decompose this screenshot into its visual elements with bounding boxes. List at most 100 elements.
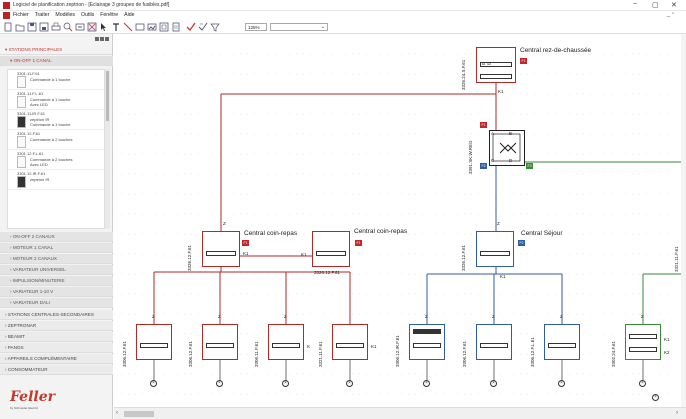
mdi-controls[interactable]: _ ▫ xyxy=(667,11,674,17)
central-rdc-label: Central rez-de-chaussée xyxy=(520,47,592,54)
section-moteur-1-canal[interactable]: › MOTEUR 1 CANAL xyxy=(0,243,113,253)
list-scrollbar[interactable] xyxy=(105,69,110,229)
sejour-label: Central Séjour xyxy=(521,230,563,237)
menu-traiter[interactable]: Traiter xyxy=(35,12,50,18)
filter-icon[interactable] xyxy=(210,22,220,32)
title-bar: Logiciel de planification zeptrion - [Ec… xyxy=(0,0,686,11)
central-coin-repas-2-device[interactable] xyxy=(312,231,350,267)
page-icon[interactable] xyxy=(171,22,181,32)
close-panel-icon[interactable] xyxy=(105,37,109,41)
horizontal-scrollbar[interactable]: ‹ › xyxy=(114,407,686,419)
open-icon[interactable] xyxy=(15,22,25,32)
menu-aide[interactable]: Aide xyxy=(124,12,134,18)
new-icon[interactable] xyxy=(3,22,13,32)
bottom-device[interactable] xyxy=(202,324,238,360)
section-variateur-universel[interactable]: › VARIATEUR UNIVERSEL xyxy=(0,265,113,275)
check-all-icon[interactable] xyxy=(198,22,208,32)
print-icon[interactable] xyxy=(51,22,61,32)
section-on-off-2-canaux[interactable]: › ON-OFF 2 CANAUX xyxy=(0,232,113,242)
zoom-select[interactable]: 125% xyxy=(245,23,267,31)
right-edge-code: 3321.11.F.61 xyxy=(674,246,679,272)
central-rdc-device[interactable]: E1 E2 xyxy=(476,47,516,83)
lamp-icon: × xyxy=(423,380,430,387)
save-icon[interactable] xyxy=(27,22,37,32)
bottom-device[interactable] xyxy=(268,324,304,360)
sensor-tag-f1: F1 xyxy=(480,122,487,128)
scroll-left-icon[interactable]: ‹ xyxy=(116,410,118,416)
list-item[interactable]: 3301.12.F.61 Commande à 2 touches xyxy=(8,130,104,150)
sejour-z: Z xyxy=(497,221,500,226)
lamp-icon: × xyxy=(282,380,289,387)
rectangle-icon[interactable] xyxy=(135,22,145,32)
minimize-button[interactable]: − xyxy=(633,1,637,8)
list-item[interactable]: 3301.12.IR.F.61 zeptrion IR xyxy=(8,170,104,190)
pointer-icon[interactable] xyxy=(99,22,109,32)
coin-repas-2-tag: F1 xyxy=(355,240,362,246)
central-rdc-code: 3326.24.S.F.61 xyxy=(461,59,466,90)
section-variateur-1-10v[interactable]: › VARIATEUR 1-10 V xyxy=(0,287,113,297)
switch-symbol xyxy=(548,343,576,348)
coin-repas-1-k1: K1 xyxy=(243,251,249,256)
window-title: Logiciel de planification zeptrion - [Ec… xyxy=(13,2,170,8)
image-icon[interactable] xyxy=(147,22,157,32)
export-icon[interactable] xyxy=(75,22,85,32)
list-item[interactable]: 3301.12.F.L.61 Commande à 2 touches Avec L… xyxy=(8,150,104,170)
bottom-device[interactable] xyxy=(332,324,368,360)
switch-symbol xyxy=(413,343,441,348)
vertical-scrollbar[interactable] xyxy=(681,34,686,407)
section-stations-principales[interactable]: ▾ STATIONS PRINCIPALES xyxy=(0,45,113,55)
menu-outils[interactable]: Outils xyxy=(81,12,94,18)
zoom-box-icon[interactable] xyxy=(87,22,97,32)
grid-icon[interactable] xyxy=(159,22,169,32)
menu-modeles[interactable]: Modèles xyxy=(55,12,75,18)
sidebar-tools[interactable] xyxy=(95,37,110,42)
central-sejour-device[interactable] xyxy=(476,231,514,267)
bottom-device[interactable] xyxy=(409,324,445,360)
check-icon[interactable] xyxy=(186,22,196,32)
section-on-off-1-canal[interactable]: ▾ ON-OFF 1 CANAL xyxy=(0,56,113,66)
pin-icon[interactable] xyxy=(95,37,99,41)
toolbar: 125% ⌄ xyxy=(0,20,686,34)
list-item[interactable]: 3301.11.F.61 Commande à 1 touche xyxy=(8,70,104,90)
list-item[interactable]: 3301.11.IR.F.61 zeptrion IR Commande à 1 t… xyxy=(8,110,104,130)
maximize-button[interactable]: ▢ xyxy=(652,1,659,9)
layer-select[interactable]: ⌄ xyxy=(270,23,328,31)
bottom-device[interactable] xyxy=(476,324,512,360)
central-rdc-k1: K1 xyxy=(498,89,504,94)
menu-fichier[interactable]: Fichier xyxy=(13,12,29,18)
list-item[interactable]: 3301.11.F.L.61 Commande à 1 touche Avec LE… xyxy=(8,90,104,110)
section-moteur-2-canaux[interactable]: › MOTEUR 2 CANAUX xyxy=(0,254,113,264)
switch-symbol xyxy=(480,251,510,256)
bottom-device[interactable] xyxy=(136,324,172,360)
drawing-canvas[interactable]: E1 E2 F1 Central rez-de-chaussée 3326.24… xyxy=(114,34,686,407)
chevron-down-icon: ⌄ xyxy=(320,24,325,30)
group-stations-centrales[interactable]: › STATIONS CENTRALES-SECONDAIRES xyxy=(0,310,113,320)
central-rdc-switch xyxy=(480,74,512,79)
group-beamit[interactable]: › BEAMIT xyxy=(0,332,113,342)
section-impulsion-minuterie[interactable]: › IMPULSION/MINUTERIE xyxy=(0,276,113,286)
central-coin-repas-1-device[interactable] xyxy=(202,231,240,267)
expand-icon[interactable] xyxy=(100,37,104,41)
bottom-device[interactable] xyxy=(544,324,580,360)
scroll-thumb[interactable] xyxy=(124,411,154,417)
sensor-tag-f3: F3 xyxy=(526,163,533,169)
sensor-d-label: D xyxy=(509,158,513,163)
group-consommateur[interactable]: › CONSOMMATEUR xyxy=(0,365,113,375)
group-appareils[interactable]: › APPAREILS COMPLÉMENTAIRE xyxy=(0,354,113,364)
scroll-right-icon[interactable]: › xyxy=(676,410,678,416)
switch-symbol xyxy=(480,343,508,348)
lamp-icon: × xyxy=(346,380,353,387)
menu-fenetre[interactable]: Fenêtre xyxy=(100,12,118,18)
sensor-tag-f2: F2 xyxy=(480,163,487,169)
group-zeptronar[interactable]: › ZEPTRONAR xyxy=(0,321,113,331)
bottom-device-code: 3306.12.F.61 xyxy=(462,340,467,367)
save-as-icon[interactable] xyxy=(39,22,49,32)
section-variateur-dali[interactable]: › VARIATEUR DALI xyxy=(0,298,113,308)
bottom-device[interactable] xyxy=(625,324,661,360)
group-panos[interactable]: › PANOS xyxy=(0,343,113,353)
close-button[interactable]: ✕ xyxy=(671,1,677,9)
text-icon[interactable] xyxy=(111,22,121,32)
sensor-reg-device[interactable]: A B C D xyxy=(489,130,525,166)
preview-icon[interactable] xyxy=(63,22,73,32)
line-icon[interactable] xyxy=(123,22,133,32)
